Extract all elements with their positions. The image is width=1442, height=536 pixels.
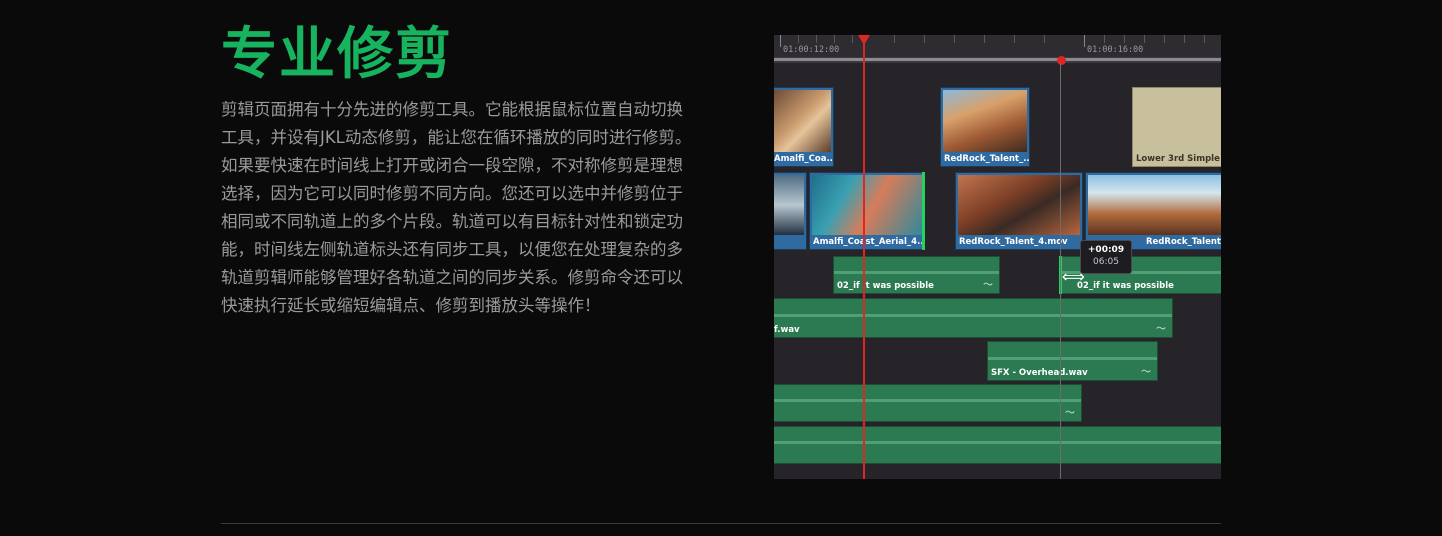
ruler-tick xyxy=(780,35,781,47)
trim-cursor-icon: ⟺ xyxy=(1062,267,1085,286)
ruler-tick xyxy=(1204,35,1205,43)
audio-waveform xyxy=(988,357,1157,361)
video-clip[interactable]: RedRock_Talent_3.mov xyxy=(1085,172,1221,250)
ruler-tick xyxy=(798,35,799,43)
clip-label: RedRock_Talent_3.mov xyxy=(1146,237,1221,247)
video-clip[interactable] xyxy=(774,172,807,250)
video-clip[interactable]: RedRock_Talent_... xyxy=(940,87,1030,167)
clip-thumbnail xyxy=(943,90,1027,152)
ruler-tick xyxy=(1044,35,1045,43)
video-clip[interactable]: RedRock_Talent_4.mov xyxy=(955,172,1083,250)
clip-thumbnail xyxy=(958,175,1080,235)
clip-label: Lower 3rd Simple L xyxy=(1136,154,1221,164)
trim-tooltip: +00:09 06:05 xyxy=(1080,240,1132,274)
clip-thumbnail xyxy=(774,90,831,152)
timeline-ruler[interactable]: 01:00:12:00 01:00:16:00 xyxy=(774,35,1221,57)
audio-waveform xyxy=(774,399,1081,403)
timeline-scrollbar[interactable] xyxy=(774,58,1221,61)
clip-label: RedRock_Talent_4.mov xyxy=(959,237,1068,247)
marker-dot[interactable] xyxy=(1057,56,1066,65)
trim-duration: 06:05 xyxy=(1093,257,1119,267)
clip-label: 02_if it was possible xyxy=(1077,281,1174,291)
ruler-tick xyxy=(1084,35,1085,47)
trim-offset: +00:09 xyxy=(1087,245,1125,255)
audio-waveform xyxy=(774,314,1172,318)
timeline-panel[interactable]: 01:00:12:00 01:00:16:00 Amalfi_Coa... Re… xyxy=(774,35,1221,479)
clip-thumbnail xyxy=(1088,175,1221,235)
ruler-tick xyxy=(954,35,955,43)
ruler-tick xyxy=(816,35,817,43)
clip-label: f.wav xyxy=(774,325,800,335)
ruler-tick xyxy=(852,35,853,43)
ruler-tick xyxy=(1124,35,1125,43)
playhead-handle[interactable] xyxy=(858,35,870,45)
fade-curve-icon[interactable]: 〜 xyxy=(1156,320,1166,335)
ruler-tick xyxy=(834,35,835,43)
cursor-guide-line xyxy=(1060,63,1061,479)
clip-thumbnail xyxy=(774,175,804,235)
clip-label: Amalfi_Coast_Aerial_4.... xyxy=(813,237,925,247)
audio-clip[interactable]: 02_if it was possible 〜 xyxy=(833,256,1000,294)
timecode-label: 01:00:12:00 xyxy=(783,45,840,55)
video-clip[interactable]: Amalfi_Coast_Aerial_4.... xyxy=(809,172,925,250)
fade-curve-icon[interactable]: 〜 xyxy=(983,276,993,291)
section-description: 剪辑页面拥有十分先进的修剪工具。它能根据鼠标位置自动切换工具，并设有JKL动态修… xyxy=(221,100,692,315)
ruler-tick xyxy=(1164,35,1165,43)
timecode-label: 01:00:16:00 xyxy=(1087,45,1144,55)
audio-waveform xyxy=(774,441,1221,445)
trim-edge-handle[interactable] xyxy=(922,172,925,250)
audio-clip[interactable]: SFX - Overhead.wav 〜 xyxy=(987,341,1158,381)
audio-clip[interactable]: 〜 xyxy=(774,384,1082,422)
audio-clip[interactable]: f.wav 〜 xyxy=(774,298,1173,338)
ruler-tick xyxy=(1014,35,1015,43)
video-clip[interactable]: Amalfi_Coa... xyxy=(774,87,834,167)
ruler-tick xyxy=(924,35,925,43)
clip-label: SFX - Overhead.wav xyxy=(991,368,1088,378)
clip-label: 02_if it was possible xyxy=(837,281,934,291)
ruler-tick xyxy=(894,35,895,43)
ruler-tick xyxy=(984,35,985,43)
title-clip[interactable]: Lower 3rd Simple L xyxy=(1132,87,1221,167)
ruler-tick xyxy=(1144,35,1145,43)
fade-curve-icon[interactable]: 〜 xyxy=(1141,363,1151,378)
ruler-tick xyxy=(1184,35,1185,43)
ruler-tick xyxy=(1104,35,1105,43)
clip-thumbnail xyxy=(812,175,922,235)
playhead[interactable] xyxy=(863,35,865,479)
audio-clip[interactable] xyxy=(774,426,1221,464)
fade-curve-icon[interactable]: 〜 xyxy=(1065,404,1075,419)
clip-label: RedRock_Talent_... xyxy=(944,154,1030,164)
section-divider xyxy=(221,523,1221,524)
section-heading: 专业修剪 xyxy=(221,22,453,87)
audio-waveform xyxy=(834,271,999,275)
clip-label: Amalfi_Coa... xyxy=(774,154,834,164)
